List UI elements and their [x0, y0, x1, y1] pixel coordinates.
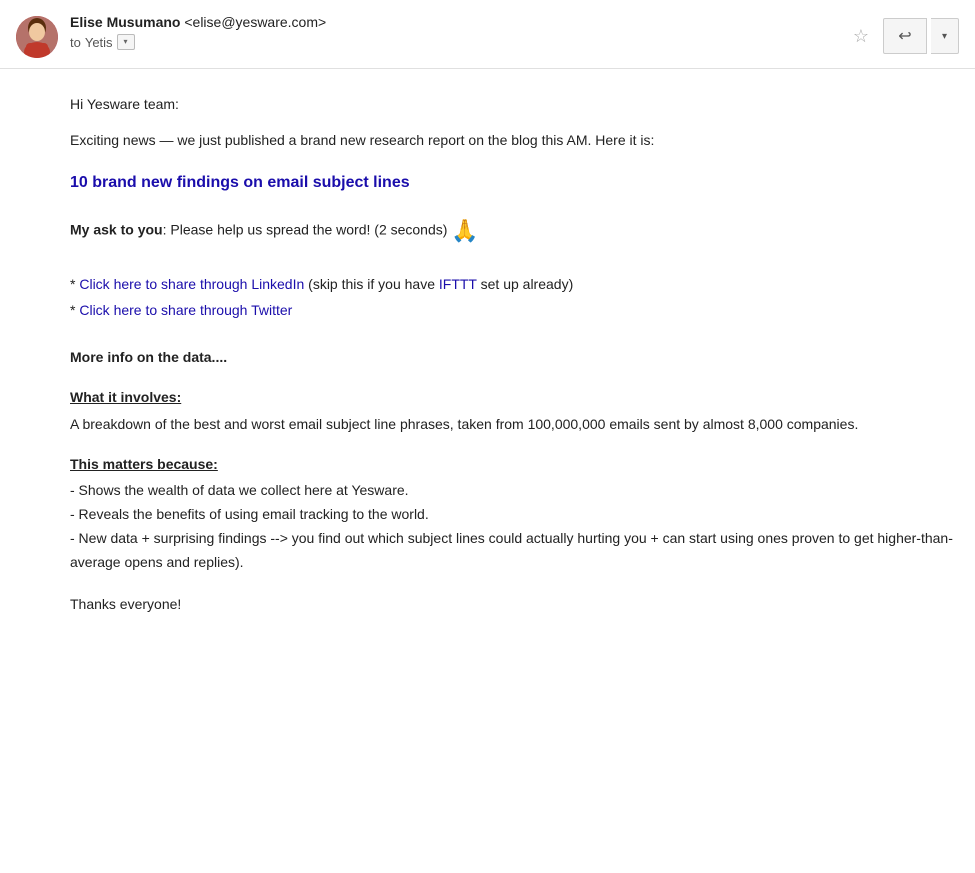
- bullet-list: - Shows the wealth of data we collect he…: [70, 479, 955, 574]
- ifttt-link[interactable]: IFTTT: [439, 276, 477, 292]
- reply-icon: ↩: [898, 26, 911, 46]
- more-options-button[interactable]: ▾: [931, 18, 959, 54]
- bullet-item-1: - Shows the wealth of data we collect he…: [70, 479, 955, 503]
- this-matters-title: This matters because:: [70, 453, 955, 475]
- star-button[interactable]: ☆: [843, 18, 879, 54]
- bullet-item-3: - New data + surprising findings --> you…: [70, 527, 955, 575]
- thanks-text: Thanks everyone!: [70, 593, 955, 615]
- to-label: to: [70, 35, 81, 50]
- sender-email: <elise@yesware.com>: [184, 14, 326, 30]
- linkedin-share-line: * Click here to share through LinkedIn (…: [70, 271, 955, 298]
- ask-bold-label: My ask to you: [70, 222, 163, 238]
- linkedin-note2: set up already): [477, 276, 574, 292]
- twitter-share-line: * Click here to share through Twitter: [70, 297, 955, 324]
- bullet-item-2: - Reveals the benefits of using email tr…: [70, 503, 955, 527]
- email-container: Elise Musumano <elise@yesware.com> to Ye…: [0, 0, 975, 873]
- greeting-text: Hi Yesware team:: [70, 93, 955, 115]
- links-section: * Click here to share through LinkedIn (…: [70, 271, 955, 324]
- recipient-dropdown-button[interactable]: ▾: [117, 34, 135, 50]
- star-icon: ☆: [853, 26, 869, 47]
- sender-info: Elise Musumano <elise@yesware.com> to Ye…: [70, 14, 843, 50]
- more-info-heading: More info on the data....: [70, 346, 955, 368]
- email-body: Hi Yesware team: Exciting news — we just…: [0, 69, 975, 645]
- what-involves-title: What it involves:: [70, 386, 955, 408]
- sender-name: Elise Musumano: [70, 14, 180, 30]
- chevron-down-icon: ▾: [942, 31, 947, 42]
- header-actions: ☆ ↩ ▾: [843, 18, 959, 54]
- twitter-share-link[interactable]: Click here to share through Twitter: [79, 302, 292, 318]
- linkedin-share-link[interactable]: Click here to share through LinkedIn: [79, 276, 304, 292]
- reply-button[interactable]: ↩: [883, 18, 927, 54]
- intro-text: Exciting news — we just published a bran…: [70, 129, 955, 151]
- to-line: to Yetis ▾: [70, 34, 843, 50]
- chevron-down-icon: ▾: [124, 38, 128, 46]
- research-report-link[interactable]: 10 brand new findings on email subject l…: [70, 170, 955, 196]
- ask-section: My ask to you: Please help us spread the…: [70, 213, 955, 248]
- sender-name-line: Elise Musumano <elise@yesware.com>: [70, 14, 843, 30]
- to-recipient: Yetis: [85, 35, 113, 50]
- ask-text: : Please help us spread the word! (2 sec…: [163, 222, 448, 238]
- prayer-emoji: 🙏: [451, 218, 478, 243]
- avatar-image: [16, 16, 58, 58]
- avatar: [16, 16, 58, 58]
- what-involves-text: A breakdown of the best and worst email …: [70, 413, 955, 435]
- email-header: Elise Musumano <elise@yesware.com> to Ye…: [0, 0, 975, 69]
- linkedin-note: (skip this if you have: [304, 276, 439, 292]
